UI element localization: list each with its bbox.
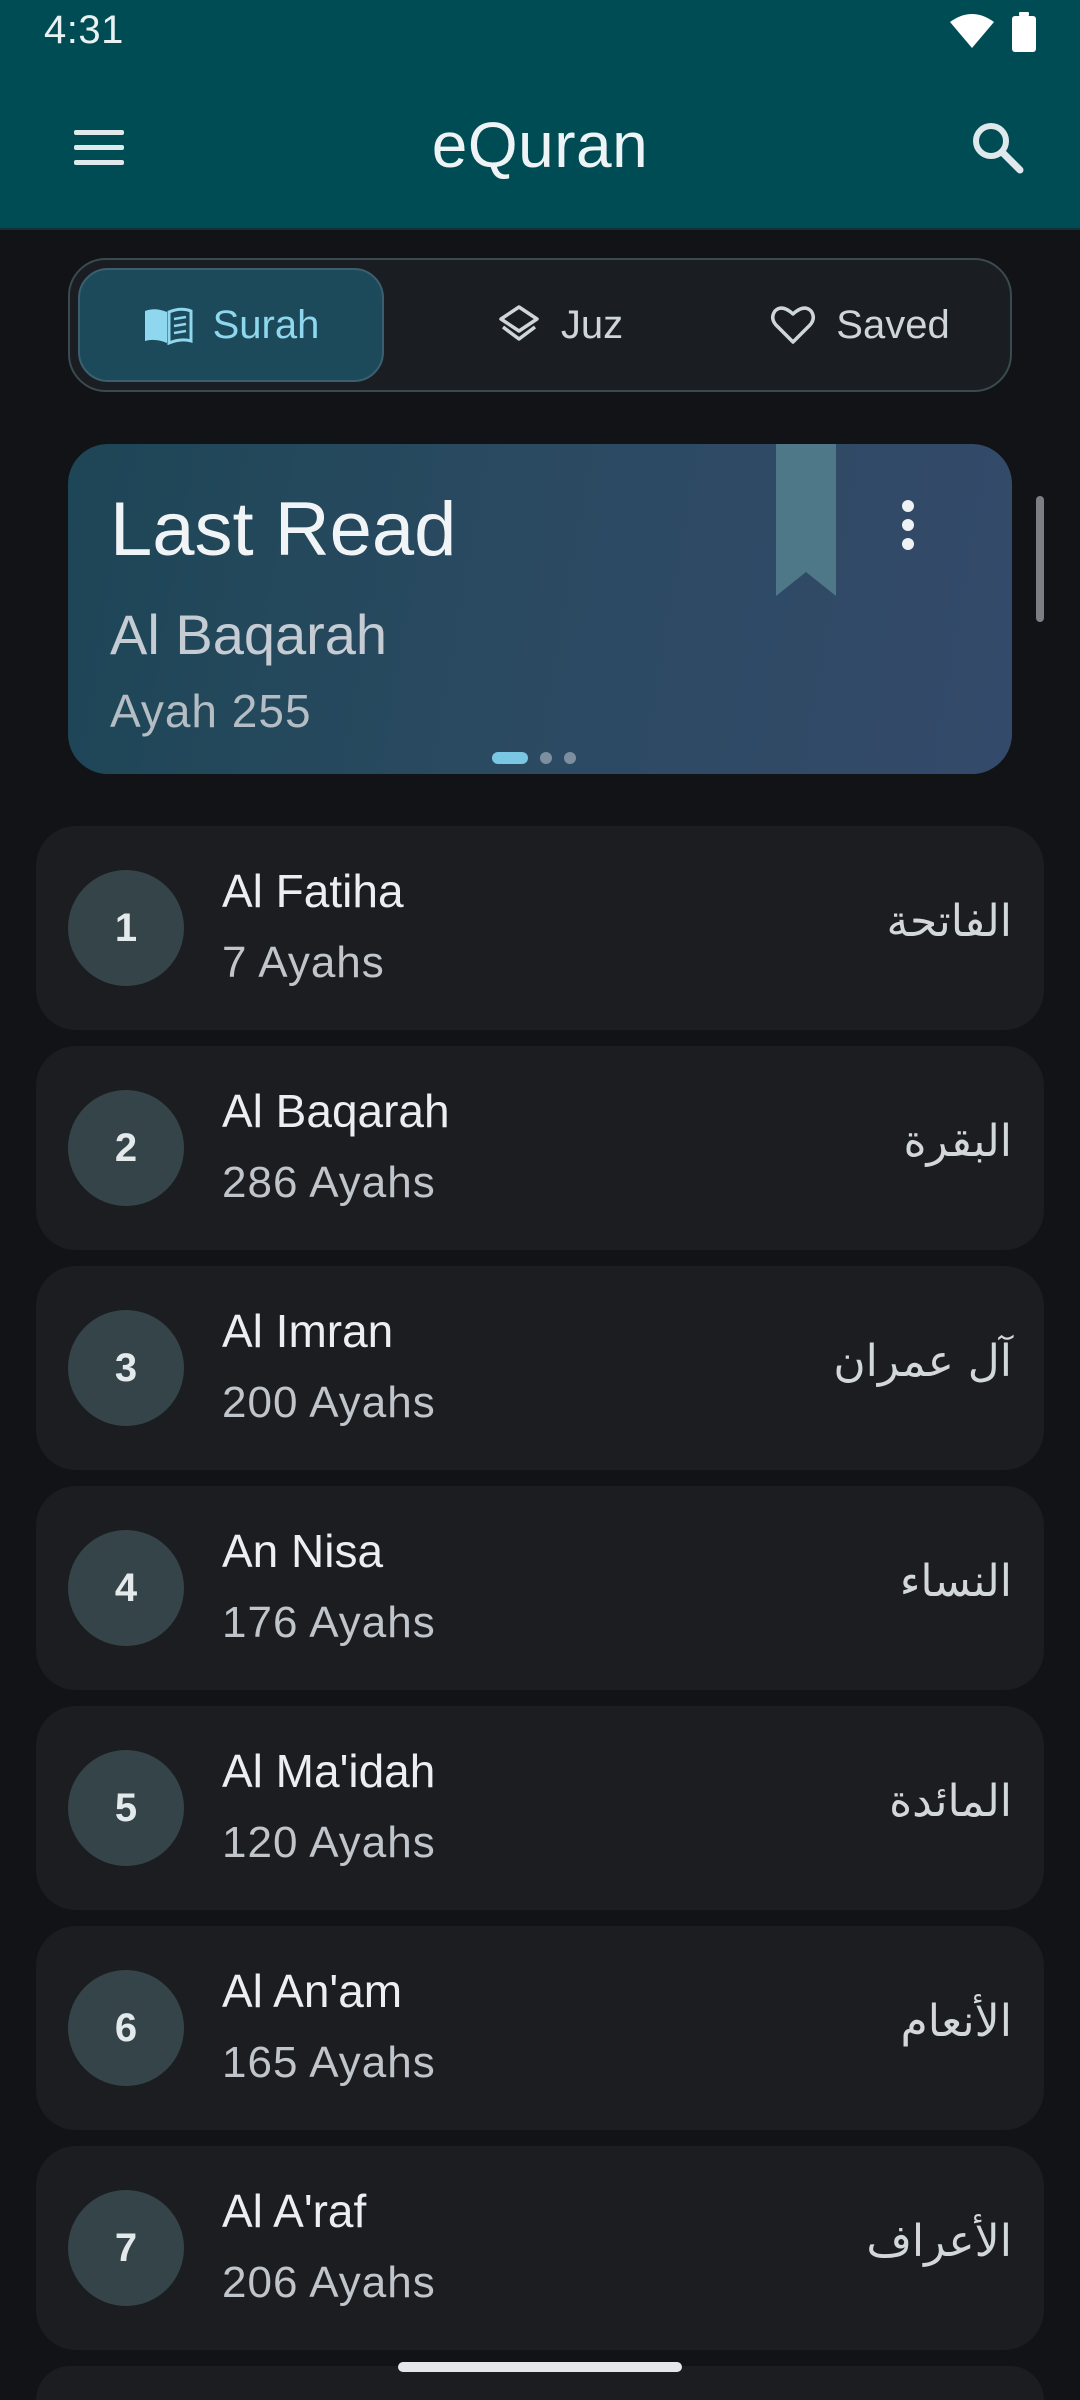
- surah-arabic-name: الأنعام: [900, 1996, 1012, 2047]
- surah-number: 2: [68, 1090, 184, 1206]
- surah-name: Al An'am: [222, 1965, 403, 2017]
- surah-arabic-name: الفاتحة: [886, 896, 1012, 947]
- surah-ayah-count: 200 Ayahs: [222, 1378, 436, 1427]
- scrollbar-thumb[interactable]: [1036, 496, 1044, 622]
- layers-icon: [499, 305, 539, 341]
- last-read-title: Last Read: [110, 487, 457, 572]
- surah-number: 6: [68, 1970, 184, 2086]
- tab-saved[interactable]: Saved: [710, 268, 1010, 382]
- surah-number: 3: [68, 1310, 184, 1426]
- surah-row[interactable]: 5 Al Ma'idah 120 Ayahs المائدة: [36, 1706, 1044, 1910]
- surah-row[interactable]: 3 Al Imran 200 Ayahs آل عمران: [36, 1266, 1044, 1470]
- heart-icon: [771, 306, 816, 344]
- surah-ayah-count: 120 Ayahs: [222, 1818, 436, 1867]
- surah-arabic-name: النساء: [899, 1556, 1012, 1607]
- search-button[interactable]: [962, 112, 1032, 182]
- surah-ayah-count: 165 Ayahs: [222, 2038, 436, 2087]
- tab-surah[interactable]: Surah: [78, 268, 384, 382]
- surah-ayah-count: 286 Ayahs: [222, 1158, 436, 1207]
- last-read-ayah: Ayah 255: [110, 685, 312, 737]
- battery-icon: [1012, 12, 1036, 52]
- home-indicator[interactable]: [398, 2362, 682, 2372]
- surah-row[interactable]: 6 Al An'am 165 Ayahs الأنعام: [36, 1926, 1044, 2130]
- status-time: 4:31: [44, 8, 124, 52]
- page-dot: [540, 752, 552, 764]
- surah-arabic-name: الأعراف: [866, 2216, 1012, 2267]
- open-book-icon: [144, 307, 193, 345]
- surah-name: Al A'raf: [222, 2185, 367, 2237]
- surah-arabic-name: آل عمران: [833, 1336, 1012, 1387]
- app-title: eQuran: [431, 109, 649, 181]
- tab-selector: Surah Juz Saved: [68, 258, 1012, 392]
- surah-row[interactable]: 2 Al Baqarah 286 Ayahs البقرة: [36, 1046, 1044, 1250]
- surah-number: 4: [68, 1530, 184, 1646]
- page-indicator: [492, 752, 576, 764]
- wifi-icon: [950, 14, 994, 48]
- page-dot-active: [492, 752, 528, 764]
- tab-label: Surah: [212, 302, 320, 347]
- tab-label: Saved: [836, 302, 950, 347]
- surah-ayah-count: 206 Ayahs: [222, 2258, 436, 2307]
- surah-name: Al Ma'idah: [222, 1745, 436, 1797]
- surah-number: 1: [68, 870, 184, 986]
- bookmark-ribbon-icon: [776, 444, 836, 596]
- surah-number: 7: [68, 2190, 184, 2306]
- surah-name: Al Imran: [222, 1305, 394, 1357]
- search-icon: [973, 123, 1024, 174]
- page-dot: [564, 752, 576, 764]
- more-options-button[interactable]: [888, 498, 928, 552]
- more-vert-icon: [902, 500, 914, 550]
- surah-arabic-name: المائدة: [889, 1776, 1012, 1827]
- surah-name: Al Baqarah: [222, 1085, 450, 1137]
- tab-juz[interactable]: Juz: [430, 268, 690, 382]
- surah-row[interactable]: 7 Al A'raf 206 Ayahs الأعراف: [36, 2146, 1044, 2350]
- last-read-card[interactable]: Last Read Al Baqarah Ayah 255: [68, 444, 1012, 774]
- status-icons: [950, 10, 1036, 54]
- surah-ayah-count: 7 Ayahs: [222, 938, 385, 987]
- last-read-surah: Al Baqarah: [110, 603, 388, 666]
- surah-name: An Nisa: [222, 1525, 384, 1577]
- surah-number: 5: [68, 1750, 184, 1866]
- surah-row[interactable]: 4 An Nisa 176 Ayahs النساء: [36, 1486, 1044, 1690]
- app-bar: 4:31 eQuran: [0, 0, 1080, 230]
- surah-ayah-count: 176 Ayahs: [222, 1598, 436, 1647]
- surah-name: Al Fatiha: [222, 865, 404, 917]
- surah-arabic-name: البقرة: [903, 1116, 1013, 1167]
- surah-row[interactable]: 1 Al Fatiha 7 Ayahs الفاتحة: [36, 826, 1044, 1030]
- tab-label: Juz: [560, 302, 624, 347]
